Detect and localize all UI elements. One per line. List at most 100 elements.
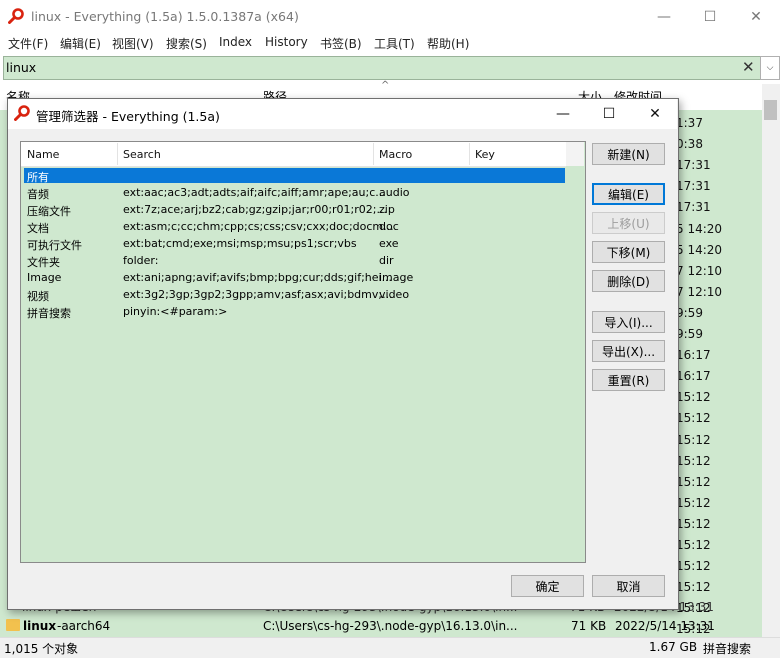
- everything-app-icon: [8, 8, 24, 24]
- filter-row-macro: exe: [379, 237, 399, 250]
- minimize-icon: —: [556, 106, 570, 122]
- header-divider[interactable]: [117, 143, 118, 165]
- minimize-button[interactable]: —: [641, 0, 687, 33]
- menu-tools[interactable]: 工具(T): [374, 35, 415, 52]
- folder-icon: [6, 619, 20, 631]
- maximize-button[interactable]: ☐: [687, 0, 733, 33]
- filter-row-search: ext:bat;cmd;exe;msi;msp;msu;ps1;scr;vbs: [123, 237, 357, 250]
- filter-header-name[interactable]: Name: [27, 148, 59, 161]
- dialog-minimize-button[interactable]: —: [540, 99, 586, 129]
- filter-row-name[interactable]: 压缩文件: [27, 203, 71, 219]
- menu-bookmarks[interactable]: 书签(B): [320, 35, 362, 52]
- search-input[interactable]: [3, 56, 763, 80]
- minimize-icon: —: [657, 8, 671, 25]
- filter-row-search: ext:asm;c;cc;chm;cpp;cs;css;csv;cxx;doc;…: [123, 220, 394, 233]
- filter-row-macro: video: [379, 288, 410, 301]
- filter-row-search: ext:7z;ace;arj;bz2;cab;gz;gzip;jar;r00;r…: [123, 203, 387, 216]
- move-down-button[interactable]: 下移(M): [592, 241, 665, 263]
- list-item-modified-partial: 15:12: [676, 411, 711, 426]
- selected-row-highlight: [24, 168, 565, 183]
- edit-filter-button[interactable]: 编辑(E): [592, 183, 665, 205]
- filter-row-name[interactable]: 文档: [27, 220, 49, 236]
- button-label: 删除(D): [607, 274, 650, 289]
- filter-row-macro: audio: [379, 186, 410, 199]
- list-item-modified-partial: 5 14:20: [676, 221, 723, 236]
- maximize-icon: ☐: [703, 8, 717, 25]
- list-item-modified-partial: 17:31: [676, 179, 711, 194]
- window-title: linux - Everything (1.5a) 1.5.0.1387a (x…: [31, 9, 299, 24]
- filter-row-name[interactable]: 所有: [27, 169, 49, 185]
- cancel-button[interactable]: 取消: [592, 575, 665, 597]
- menu-file[interactable]: 文件(F): [8, 35, 48, 52]
- dialog-close-button[interactable]: ✕: [632, 99, 678, 129]
- button-label: 导出(X)...: [601, 344, 656, 359]
- list-item-modified-partial: 7 12:10: [676, 284, 723, 299]
- menu-index[interactable]: Index: [219, 35, 252, 49]
- filter-row-name[interactable]: 可执行文件: [27, 237, 82, 253]
- header-divider[interactable]: [373, 143, 374, 165]
- list-item-modified-partial: 17:31: [676, 200, 711, 215]
- list-item-name-match[interactable]: linux: [23, 619, 56, 633]
- results-scrollbar[interactable]: [762, 84, 780, 637]
- filter-header-macro[interactable]: Macro: [379, 148, 412, 161]
- ok-button[interactable]: 确定: [511, 575, 584, 597]
- filter-row-search: pinyin:<#param:>: [123, 305, 228, 318]
- status-object-count: 1,015 个对象: [4, 642, 79, 656]
- dialog-maximize-button[interactable]: ☐: [586, 99, 632, 129]
- button-label: 确定: [535, 579, 560, 594]
- menu-view[interactable]: 视图(V): [112, 35, 154, 52]
- filter-row-macro: image: [379, 271, 414, 284]
- list-item-modified-partial: 5 14:20: [676, 242, 723, 257]
- filter-row-name[interactable]: 拼音搜索: [27, 305, 71, 321]
- list-item-modified-partial: 15:12: [676, 432, 711, 447]
- list-item-modified-partial: 15:12: [676, 538, 711, 552]
- list-item-modified-partial: 15:12: [676, 580, 711, 595]
- filter-row-macro: zip: [379, 203, 395, 216]
- filter-row-search: ext:3g2;3gp;3gp2;3gpp;amv;asf;asx;avi;bd…: [123, 288, 393, 301]
- search-history-dropdown[interactable]: ⌵: [760, 56, 780, 80]
- list-item-name-rest[interactable]: -aarch64: [57, 619, 110, 633]
- close-button[interactable]: ✕: [733, 0, 779, 33]
- filter-header-search[interactable]: Search: [123, 148, 161, 161]
- filter-row-search: ext:aac;ac3;adt;adts;aif;aifc;aiff;amr;a…: [123, 186, 386, 199]
- sort-ascending-icon: ^: [381, 80, 390, 91]
- everything-app-icon: [14, 105, 30, 121]
- menu-history[interactable]: History: [265, 35, 308, 49]
- list-item-path: C:\Users\cs-hg-293\.node-gyp\16.13.0\in.…: [263, 619, 518, 633]
- filter-row-name[interactable]: 音频: [27, 186, 49, 202]
- list-item-modified-partial: 15:12: [676, 474, 711, 489]
- list-item-modified-partial: 9:59: [676, 305, 703, 320]
- header-divider[interactable]: [469, 143, 470, 165]
- list-item-modified-partial: 15:12: [676, 495, 711, 510]
- move-up-button[interactable]: 上移(U): [592, 212, 665, 234]
- scrollbar-thumb[interactable]: [764, 100, 777, 120]
- button-label: 导入(I)...: [604, 315, 653, 330]
- list-item-modified-partial: 16:17: [676, 348, 711, 363]
- filter-row-name[interactable]: 视频: [27, 288, 49, 304]
- maximize-icon: ☐: [602, 106, 616, 122]
- list-item-modified-partial: 16:17: [676, 369, 711, 384]
- clear-search-icon[interactable]: ✕: [742, 58, 755, 76]
- menu-search[interactable]: 搜索(S): [166, 35, 207, 52]
- button-label: 新建(N): [607, 147, 650, 162]
- button-label: 上移(U): [607, 216, 650, 231]
- list-item-modified-partial: 7 12:10: [676, 263, 723, 278]
- list-item-modified-partial: 15:12: [676, 559, 711, 574]
- reset-button[interactable]: 重置(R): [592, 369, 665, 391]
- filter-list-scroll-corner: [566, 142, 584, 166]
- list-item-modified-partial: 1:37: [676, 116, 703, 130]
- import-button[interactable]: 导入(I)...: [592, 311, 665, 333]
- filter-header-key[interactable]: Key: [475, 148, 495, 161]
- filter-row-search: ext:ani;apng;avif;avifs;bmp;bpg;cur;dds;…: [123, 271, 393, 284]
- new-filter-button[interactable]: 新建(N): [592, 143, 665, 165]
- filter-row-name[interactable]: Image: [27, 271, 61, 284]
- export-button[interactable]: 导出(X)...: [592, 340, 665, 362]
- menu-edit[interactable]: 编辑(E): [60, 35, 101, 52]
- list-item-modified-partial: 15:12: [676, 516, 711, 531]
- status-search-mode: 拼音搜索: [703, 642, 752, 656]
- filter-row-search: folder:: [123, 254, 159, 267]
- delete-filter-button[interactable]: 删除(D): [592, 270, 665, 292]
- filter-row-name[interactable]: 文件夹: [27, 254, 60, 270]
- menu-help[interactable]: 帮助(H): [427, 35, 469, 52]
- list-item-modified-partial: 9:59: [676, 327, 703, 341]
